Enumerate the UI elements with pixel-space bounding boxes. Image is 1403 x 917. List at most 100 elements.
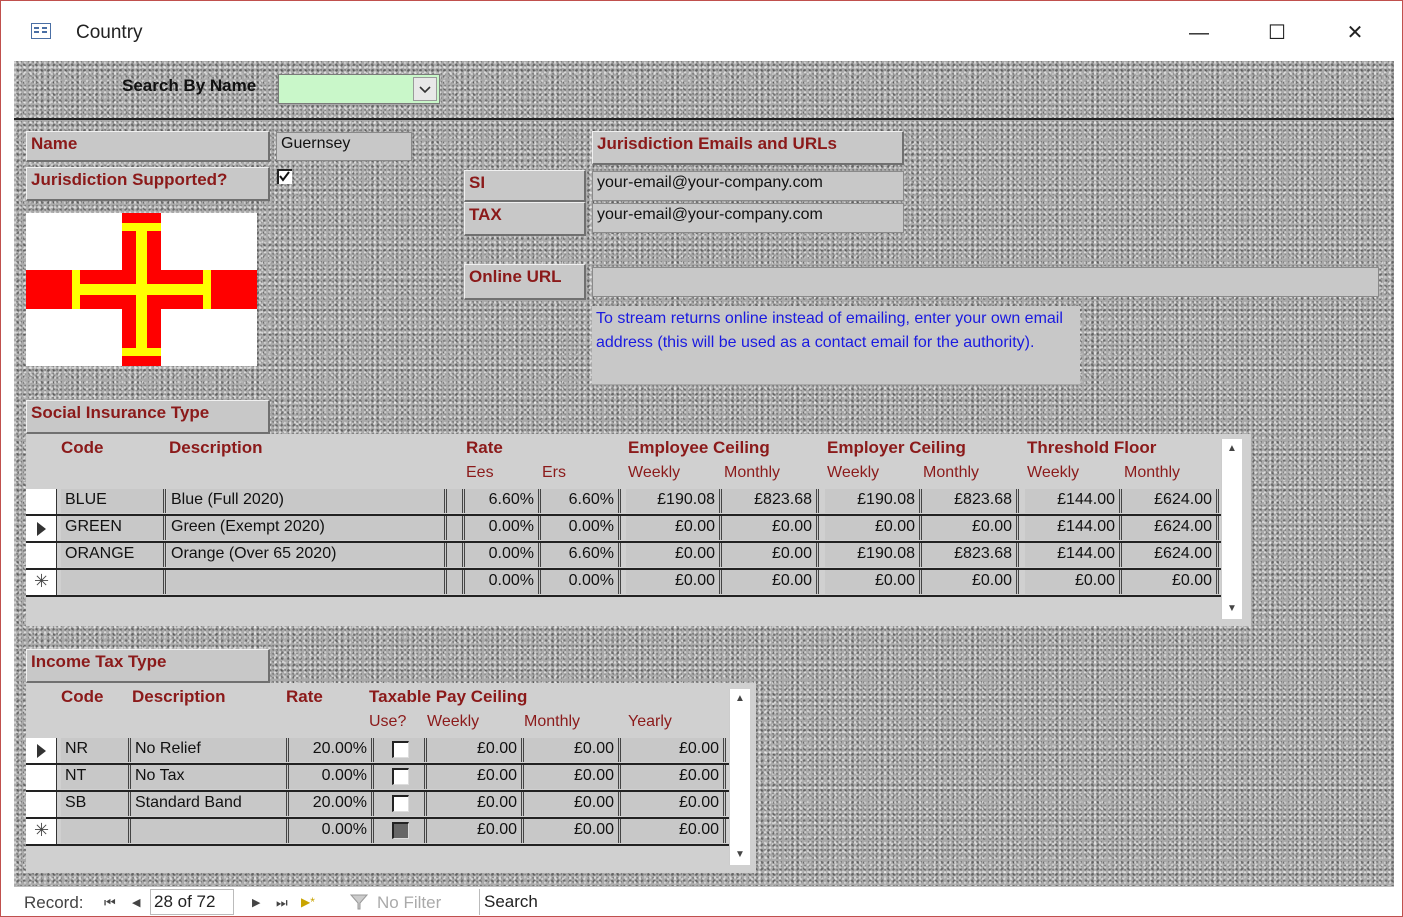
it-cell-description[interactable]: No Relief bbox=[131, 738, 289, 762]
record-selector[interactable] bbox=[26, 489, 57, 515]
it-cell-monthly[interactable]: £0.00 bbox=[524, 792, 621, 816]
scroll-down-icon[interactable]: ▼ bbox=[1222, 599, 1242, 619]
si-cell-emp-w[interactable]: £190.08 bbox=[626, 489, 722, 513]
si-cell-th-w[interactable]: £144.00 bbox=[1025, 489, 1122, 513]
it-cell-code[interactable]: NR bbox=[61, 738, 131, 762]
record-selector[interactable]: ✳ bbox=[26, 819, 57, 845]
it-table-row[interactable]: SB Standard Band 20.00% £0.00 £0.00 £0.00 bbox=[26, 792, 729, 818]
minimize-button[interactable]: — bbox=[1179, 15, 1219, 51]
record-selector[interactable]: ✳ bbox=[26, 570, 57, 596]
it-table-row[interactable]: NR No Relief 20.00% £0.00 £0.00 £0.00 bbox=[26, 738, 729, 764]
si-cell-er-m[interactable]: £0.00 bbox=[922, 516, 1019, 540]
si-cell-er-w[interactable]: £0.00 bbox=[825, 570, 922, 594]
online-url-field[interactable] bbox=[592, 267, 1379, 297]
it-cell-yearly[interactable]: £0.00 bbox=[621, 792, 726, 816]
last-record-icon[interactable]: ⏭ bbox=[276, 895, 288, 911]
it-cell-yearly[interactable]: £0.00 bbox=[621, 819, 726, 843]
it-cell-weekly[interactable]: £0.00 bbox=[427, 738, 524, 762]
si-scrollbar[interactable]: ▲ ▼ bbox=[1221, 439, 1242, 619]
use-checkbox[interactable] bbox=[392, 795, 409, 812]
record-position-field[interactable]: 28 of 72 bbox=[150, 889, 234, 915]
it-cell-monthly[interactable]: £0.00 bbox=[524, 738, 621, 762]
it-cell-weekly[interactable]: £0.00 bbox=[427, 765, 524, 789]
new-record-icon[interactable]: ▶* bbox=[301, 895, 315, 909]
si-cell-emp-m[interactable]: £0.00 bbox=[722, 516, 819, 540]
si-cell-th-m[interactable]: £624.00 bbox=[1122, 543, 1219, 567]
it-cell-weekly[interactable]: £0.00 bbox=[427, 792, 524, 816]
it-table-row[interactable]: ✳ 0.00% £0.00 £0.00 £0.00 bbox=[26, 819, 729, 845]
scroll-up-icon[interactable]: ▲ bbox=[730, 689, 750, 709]
si-email-field[interactable]: your-email@your-company.com bbox=[592, 171, 904, 201]
use-checkbox[interactable] bbox=[392, 822, 409, 839]
si-cell-ers[interactable]: 0.00% bbox=[541, 516, 621, 540]
record-selector[interactable] bbox=[26, 738, 57, 764]
it-cell-monthly[interactable]: £0.00 bbox=[524, 765, 621, 789]
use-checkbox[interactable] bbox=[392, 741, 409, 758]
si-cell-th-w[interactable]: £144.00 bbox=[1025, 516, 1122, 540]
si-cell-er-w[interactable]: £0.00 bbox=[825, 516, 922, 540]
it-scrollbar[interactable]: ▲ ▼ bbox=[729, 689, 750, 865]
si-cell-er-w[interactable]: £190.08 bbox=[825, 543, 922, 567]
si-cell-th-w[interactable]: £144.00 bbox=[1025, 543, 1122, 567]
it-cell-code[interactable] bbox=[61, 819, 131, 843]
si-table-row[interactable]: ✳ 0.00% 0.00% £0.00 £0.00 £0.00 £0.00 £0.00 £0.0… bbox=[26, 570, 1221, 596]
previous-record-icon[interactable]: ◀ bbox=[132, 896, 140, 909]
it-cell-description[interactable]: No Tax bbox=[131, 765, 289, 789]
record-selector[interactable] bbox=[26, 765, 57, 791]
it-cell-code[interactable]: SB bbox=[61, 792, 131, 816]
it-cell-rate[interactable]: 20.00% bbox=[289, 738, 374, 762]
si-cell-description[interactable]: Green (Exempt 2020) bbox=[167, 516, 447, 540]
name-field[interactable]: Guernsey bbox=[276, 132, 412, 161]
si-cell-description[interactable] bbox=[167, 570, 447, 594]
si-cell-ers[interactable]: 0.00% bbox=[541, 570, 621, 594]
scroll-up-icon[interactable]: ▲ bbox=[1222, 439, 1242, 459]
chevron-down-icon[interactable] bbox=[413, 77, 437, 101]
close-button[interactable]: ✕ bbox=[1335, 15, 1375, 51]
si-cell-emp-m[interactable]: £0.00 bbox=[722, 570, 819, 594]
si-cell-er-m[interactable]: £0.00 bbox=[922, 570, 1019, 594]
si-cell-code[interactable]: GREEN bbox=[61, 516, 166, 540]
filter-icon[interactable] bbox=[349, 892, 369, 916]
it-cell-rate[interactable]: 0.00% bbox=[289, 765, 374, 789]
it-cell-description[interactable] bbox=[131, 819, 289, 843]
si-cell-th-m[interactable]: £624.00 bbox=[1122, 489, 1219, 513]
si-cell-th-m[interactable]: £0.00 bbox=[1122, 570, 1219, 594]
si-cell-emp-w[interactable]: £0.00 bbox=[626, 570, 722, 594]
next-record-icon[interactable]: ▶ bbox=[252, 896, 260, 909]
si-cell-th-m[interactable]: £624.00 bbox=[1122, 516, 1219, 540]
si-cell-description[interactable]: Orange (Over 65 2020) bbox=[167, 543, 447, 567]
it-table-row[interactable]: NT No Tax 0.00% £0.00 £0.00 £0.00 bbox=[26, 765, 729, 791]
jurisdiction-supported-checkbox[interactable] bbox=[277, 169, 292, 184]
no-filter-button[interactable]: No Filter bbox=[377, 893, 441, 913]
si-cell-ers[interactable]: 6.60% bbox=[541, 543, 621, 567]
it-cell-yearly[interactable]: £0.00 bbox=[621, 765, 726, 789]
si-cell-code[interactable]: BLUE bbox=[61, 489, 166, 513]
si-cell-er-m[interactable]: £823.68 bbox=[922, 543, 1019, 567]
si-cell-emp-m[interactable]: £0.00 bbox=[722, 543, 819, 567]
si-cell-ees[interactable]: 6.60% bbox=[465, 489, 541, 513]
si-table-row[interactable]: ORANGE Orange (Over 65 2020) 0.00% 6.60% £0.… bbox=[26, 543, 1221, 569]
si-cell-description[interactable]: Blue (Full 2020) bbox=[167, 489, 447, 513]
it-cell-rate[interactable]: 0.00% bbox=[289, 819, 374, 843]
record-selector[interactable] bbox=[26, 516, 57, 542]
si-table-row[interactable]: BLUE Blue (Full 2020) 6.60% 6.60% £190.08 £82… bbox=[26, 489, 1221, 515]
it-cell-description[interactable]: Standard Band bbox=[131, 792, 289, 816]
use-checkbox[interactable] bbox=[392, 768, 409, 785]
si-table-row[interactable]: GREEN Green (Exempt 2020) 0.00% 0.00% £0.00 £… bbox=[26, 516, 1221, 542]
si-cell-ers[interactable]: 6.60% bbox=[541, 489, 621, 513]
search-box[interactable]: Search bbox=[479, 889, 599, 915]
si-cell-ees[interactable]: 0.00% bbox=[465, 543, 541, 567]
si-cell-code[interactable]: ORANGE bbox=[61, 543, 166, 567]
it-cell-rate[interactable]: 20.00% bbox=[289, 792, 374, 816]
si-cell-ees[interactable]: 0.00% bbox=[465, 570, 541, 594]
it-cell-yearly[interactable]: £0.00 bbox=[621, 738, 726, 762]
si-cell-er-w[interactable]: £190.08 bbox=[825, 489, 922, 513]
tax-email-field[interactable]: your-email@your-company.com bbox=[592, 203, 904, 233]
record-selector[interactable] bbox=[26, 543, 57, 569]
si-cell-emp-w[interactable]: £0.00 bbox=[626, 543, 722, 567]
record-selector[interactable] bbox=[26, 792, 57, 818]
si-cell-emp-w[interactable]: £0.00 bbox=[626, 516, 722, 540]
it-cell-code[interactable]: NT bbox=[61, 765, 131, 789]
it-cell-weekly[interactable]: £0.00 bbox=[427, 819, 524, 843]
maximize-button[interactable]: ☐ bbox=[1257, 15, 1297, 51]
